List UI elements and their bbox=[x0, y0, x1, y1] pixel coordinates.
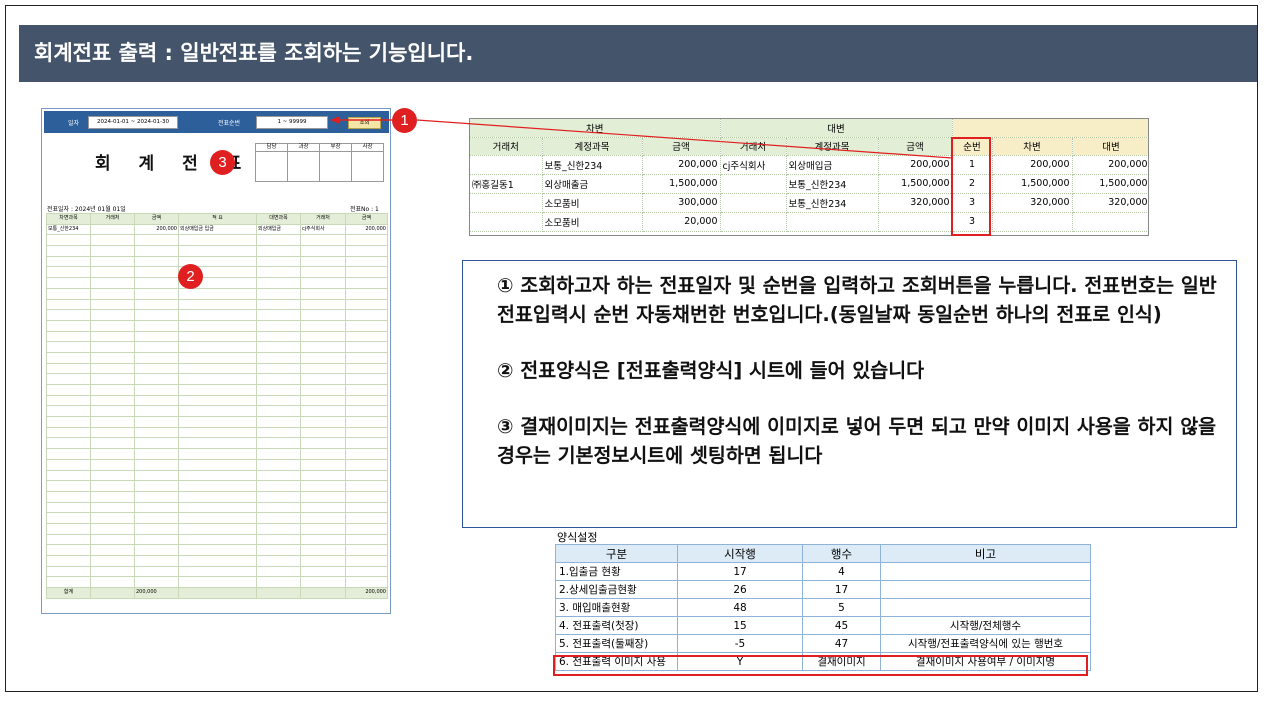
table-cell: 45 bbox=[802, 616, 881, 635]
description-step-2: ② 전표양식은 [전표출력양식] 시트에 들어 있습니다 bbox=[497, 359, 925, 382]
table-row: 1.입출금 현황 17 4 bbox=[555, 562, 1091, 581]
format-settings-label: 양식설정 bbox=[557, 531, 598, 544]
table-cell: 5 bbox=[802, 598, 881, 617]
table-cell: -5 bbox=[677, 634, 803, 653]
table-cell: 4 bbox=[802, 562, 881, 581]
table-cell: 시작행/전표출력양식에 있는 행번호 bbox=[880, 634, 1091, 653]
arrow-head bbox=[330, 116, 340, 124]
table-cell bbox=[880, 580, 1091, 599]
table-cell: 시작행/전체행수 bbox=[880, 616, 1091, 635]
column-header: 시작행 bbox=[677, 544, 803, 563]
column-header: 비고 bbox=[880, 544, 1091, 563]
format-settings-table: 구분 시작행 행수 비고 1.입출금 현황 17 4 2.상세입출금현황 26 … bbox=[555, 544, 1091, 671]
column-header: 구분 bbox=[555, 544, 678, 563]
table-row: 4. 전표출력(첫장) 15 45 시작행/전체행수 bbox=[555, 616, 1091, 635]
description-step-3: ③ 결재이미지는 전표출력양식에 이미지로 넣어 두면 되고 만약 이미지 사용… bbox=[497, 415, 1217, 467]
image-usage-highlight bbox=[553, 655, 1088, 676]
table-cell: 17 bbox=[677, 562, 803, 581]
table-row: 3. 매입매출현황 48 5 bbox=[555, 598, 1091, 617]
table-cell: 15 bbox=[677, 616, 803, 635]
table-cell bbox=[880, 598, 1091, 617]
table-cell: 47 bbox=[802, 634, 881, 653]
table-cell: 17 bbox=[802, 580, 881, 599]
table-cell: 3. 매입매출현황 bbox=[555, 598, 678, 617]
description-box: ① 조회하고자 하는 전표일자 및 순번을 입력하고 조회버튼을 누릅니다. 전… bbox=[462, 260, 1237, 528]
table-cell: 48 bbox=[677, 598, 803, 617]
link-line bbox=[416, 119, 953, 159]
table-cell: 2.상세입출금현황 bbox=[555, 580, 678, 599]
table-cell: 4. 전표출력(첫장) bbox=[555, 616, 678, 635]
column-header: 행수 bbox=[802, 544, 881, 563]
table-cell: 1.입출금 현황 bbox=[555, 562, 678, 581]
table-cell bbox=[880, 562, 1091, 581]
table-cell: 26 bbox=[677, 580, 803, 599]
description-step-1: ① 조회하고자 하는 전표일자 및 순번을 입력하고 조회버튼을 누릅니다. 전… bbox=[497, 274, 1217, 326]
table-row: 5. 전표출력(둘째장) -5 47 시작행/전표출력양식에 있는 행번호 bbox=[555, 634, 1091, 653]
table-cell: 5. 전표출력(둘째장) bbox=[555, 634, 678, 653]
table-row: 2.상세입출금현황 26 17 bbox=[555, 580, 1091, 599]
